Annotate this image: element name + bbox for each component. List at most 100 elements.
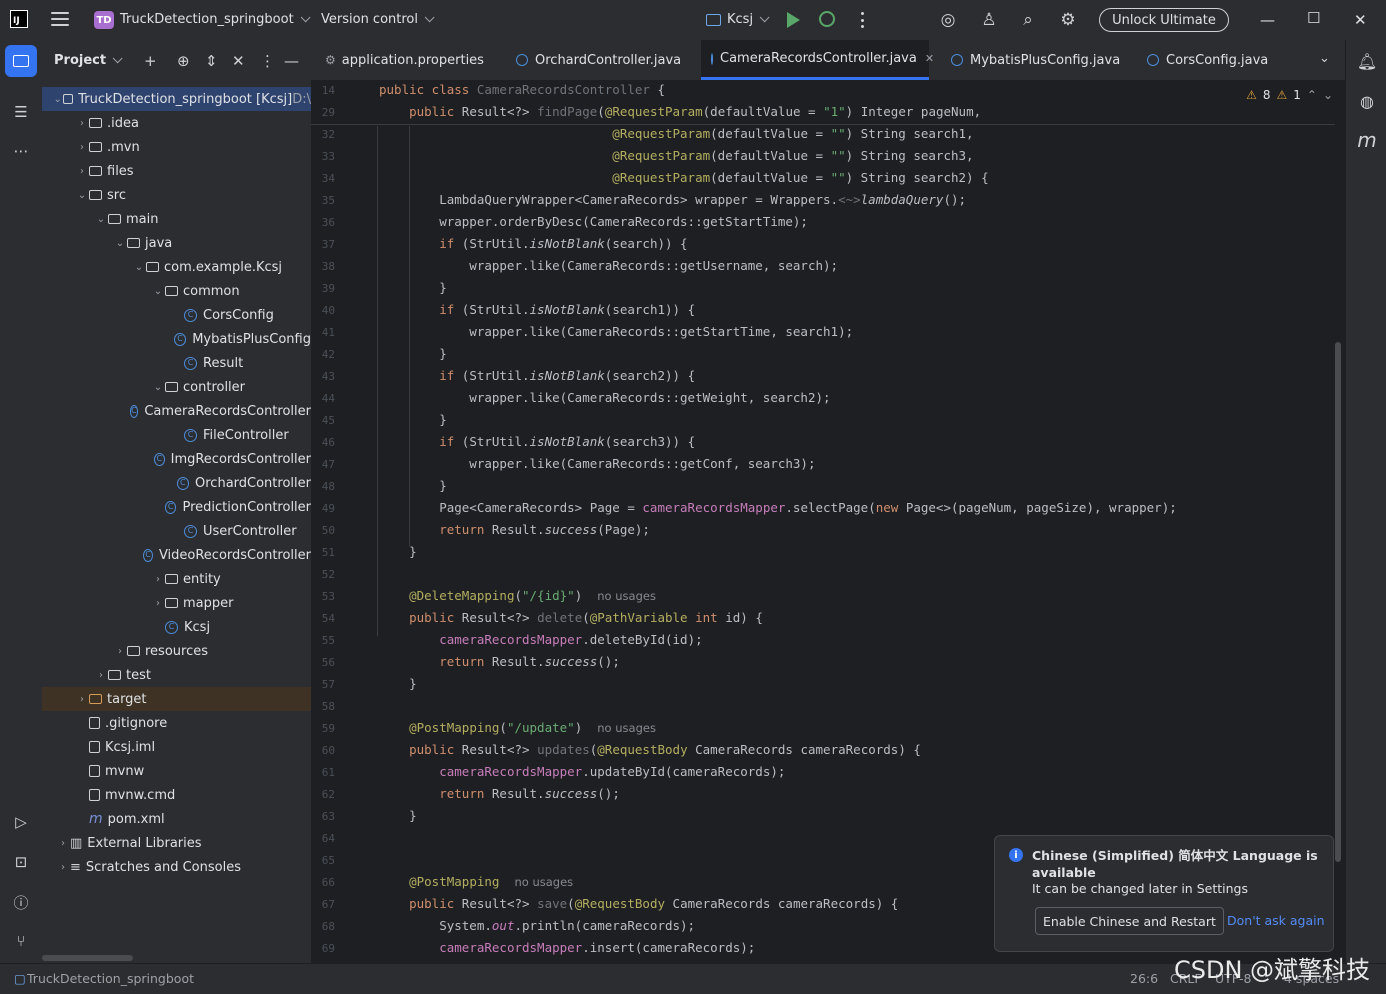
editor-tab[interactable]: ⚙ application.properties (315, 40, 505, 80)
maven-icon[interactable]: m (1356, 128, 1378, 152)
code-line[interactable]: @RequestParam(defaultValue = "") String … (379, 170, 988, 185)
add-user-icon[interactable]: ♙ (979, 10, 999, 30)
ai-chat-icon[interactable]: ◍ (1356, 90, 1378, 112)
code-line[interactable]: wrapper.like(CameraRecords::getConf, sea… (379, 456, 815, 471)
code-line[interactable]: } (379, 346, 447, 361)
previous-highlight-icon[interactable]: ⌃ (1307, 88, 1317, 102)
chevron-down-icon[interactable]: ⌄ (151, 382, 165, 393)
code-line[interactable]: wrapper.orderByDesc(CameraRecords::getSt… (379, 214, 808, 229)
tree-item[interactable]: mvnw.cmd (42, 783, 311, 807)
tree-item[interactable]: ⌄ controller (42, 375, 311, 399)
horizontal-scrollbar[interactable] (42, 955, 133, 961)
locate-icon[interactable]: ⊕ (177, 52, 190, 70)
problems-icon[interactable]: ⓘ (11, 892, 31, 912)
unlock-ultimate-button[interactable]: Unlock Ultimate (1099, 8, 1229, 32)
services-icon[interactable]: ▷ (11, 812, 31, 832)
tree-item[interactable]: ⌄ src (42, 183, 311, 207)
project-selector[interactable]: TruckDetection_springboot (120, 12, 311, 27)
tree-item[interactable]: C VideoRecordsController (42, 543, 311, 567)
code-line[interactable]: cameraRecordsMapper.insert(cameraRecords… (379, 940, 755, 955)
code-line[interactable]: } (379, 676, 417, 691)
code-line[interactable]: if (StrUtil.isNotBlank(search1)) { (379, 302, 695, 317)
tree-item[interactable]: mvnw (42, 759, 311, 783)
tree-item[interactable]: C Result (42, 351, 311, 375)
git-icon[interactable]: ⑂ (11, 931, 31, 951)
chevron-right-icon[interactable]: › (56, 862, 70, 873)
editor-tab[interactable]: OrchardController.java (506, 40, 698, 80)
tree-item[interactable]: C FileController (42, 423, 311, 447)
settings-icon[interactable]: ⚙ (1058, 10, 1078, 30)
tree-item[interactable]: C MybatisPlusConfig (42, 327, 311, 351)
code-line[interactable]: return Result.success(); (379, 786, 620, 801)
tree-item[interactable]: ⌄ main (42, 207, 311, 231)
code-line[interactable]: public Result<?> save(@RequestBody Camer… (379, 896, 898, 911)
code-line[interactable]: cameraRecordsMapper.deleteById(id); (379, 632, 702, 647)
code-line[interactable]: wrapper.like(CameraRecords::getUsername,… (379, 258, 838, 273)
tree-item[interactable]: ⌄ com.example.Kcsj (42, 255, 311, 279)
inspection-widget[interactable]: ⚠ 8 ⚠ 1 ⌃ ⌄ (1246, 88, 1333, 102)
close-icon[interactable]: ✕ (1354, 11, 1367, 29)
tree-item[interactable]: › resources (42, 639, 311, 663)
code-line[interactable]: } (379, 808, 417, 823)
code-line[interactable]: @PostMapping("/update") no usages (379, 720, 656, 735)
tree-item[interactable]: › ▥ External Libraries (42, 831, 311, 855)
code-line[interactable]: cameraRecordsMapper.updateById(cameraRec… (379, 764, 785, 779)
main-menu-icon[interactable] (51, 12, 69, 26)
editor-tab[interactable]: CorsConfig.java (1137, 40, 1297, 80)
options-icon[interactable]: ⋮ (260, 52, 275, 70)
tree-item[interactable]: ⌄ common (42, 279, 311, 303)
code-line[interactable]: } (379, 544, 417, 559)
minimize-icon[interactable]: — (1260, 11, 1275, 29)
tree-item[interactable]: C OrchardController (42, 471, 311, 495)
run-icon[interactable] (787, 12, 800, 28)
tree-item[interactable]: › test (42, 663, 311, 687)
chevron-right-icon[interactable]: › (56, 838, 70, 849)
sticky-code-line[interactable]: public class CameraRecordsController { (379, 82, 665, 97)
caret-position[interactable]: 26:6 (1130, 971, 1158, 986)
chevron-right-icon[interactable]: › (75, 142, 89, 153)
code-line[interactable]: System.out.println(cameraRecords); (379, 918, 695, 933)
tree-item[interactable]: C CameraRecordsController (42, 399, 311, 423)
code-line[interactable]: if (StrUtil.isNotBlank(search)) { (379, 236, 687, 251)
code-line[interactable]: Page<CameraRecords> Page = cameraRecords… (379, 500, 1177, 515)
tree-item[interactable]: › .mvn (42, 135, 311, 159)
collapse-all-icon[interactable]: ✕ (232, 52, 245, 70)
project-tool-button[interactable] (5, 45, 37, 77)
tree-item[interactable]: m pom.xml (42, 807, 311, 831)
editor-tab[interactable]: MybatisPlusConfig.java (941, 40, 1135, 80)
ai-assistant-icon[interactable]: ◎ (938, 10, 958, 30)
tree-item[interactable]: C ImgRecordsController (42, 447, 311, 471)
more-actions-icon[interactable] (860, 12, 864, 28)
code-line[interactable]: wrapper.like(CameraRecords::getStartTime… (379, 324, 853, 339)
sticky-code-line[interactable]: public Result<?> findPage(@RequestParam(… (379, 104, 981, 119)
enable-chinese-button[interactable]: Enable Chinese and Restart (1035, 907, 1224, 935)
expand-all-icon[interactable]: ⇕ (205, 52, 218, 70)
tree-item[interactable]: › ≡ Scratches and Consoles (42, 855, 311, 879)
chevron-right-icon[interactable]: › (94, 670, 108, 681)
hide-panel-icon[interactable]: — (284, 52, 299, 70)
tree-item[interactable]: ⌄ java (42, 231, 311, 255)
tree-item[interactable]: C UserController (42, 519, 311, 543)
chevron-right-icon[interactable]: › (75, 118, 89, 129)
chevron-down-icon[interactable]: ⌄ (132, 262, 146, 273)
tree-item[interactable]: Kcsj.iml (42, 735, 311, 759)
structure-icon[interactable]: ☰ (11, 102, 31, 122)
editor-tab[interactable]: CameraRecordsController.java ✕ (701, 40, 934, 80)
tree-item[interactable]: › mapper (42, 591, 311, 615)
code-line[interactable]: } (379, 412, 447, 427)
code-area[interactable]: 14 public class CameraRecordsController {… (311, 80, 1335, 963)
code-line[interactable]: public Result<?> delete(@PathVariable in… (379, 610, 763, 625)
debug-icon[interactable] (819, 11, 835, 27)
chevron-down-icon[interactable]: ⌄ (75, 190, 89, 201)
code-line[interactable]: } (379, 280, 447, 295)
chevron-right-icon[interactable]: › (113, 646, 127, 657)
dont-ask-again-link[interactable]: Don't ask again (1227, 913, 1325, 928)
project-badge[interactable]: TD (94, 11, 114, 29)
code-line[interactable]: return Result.success(Page); (379, 522, 650, 537)
maximize-icon[interactable]: ☐ (1307, 9, 1320, 27)
code-line[interactable]: if (StrUtil.isNotBlank(search2)) { (379, 368, 695, 383)
tree-item[interactable]: › entity (42, 567, 311, 591)
code-line[interactable]: @RequestParam(defaultValue = "") String … (379, 126, 973, 141)
chevron-down-icon[interactable]: ⌄ (151, 286, 165, 297)
vertical-scrollbar[interactable] (1335, 342, 1341, 862)
